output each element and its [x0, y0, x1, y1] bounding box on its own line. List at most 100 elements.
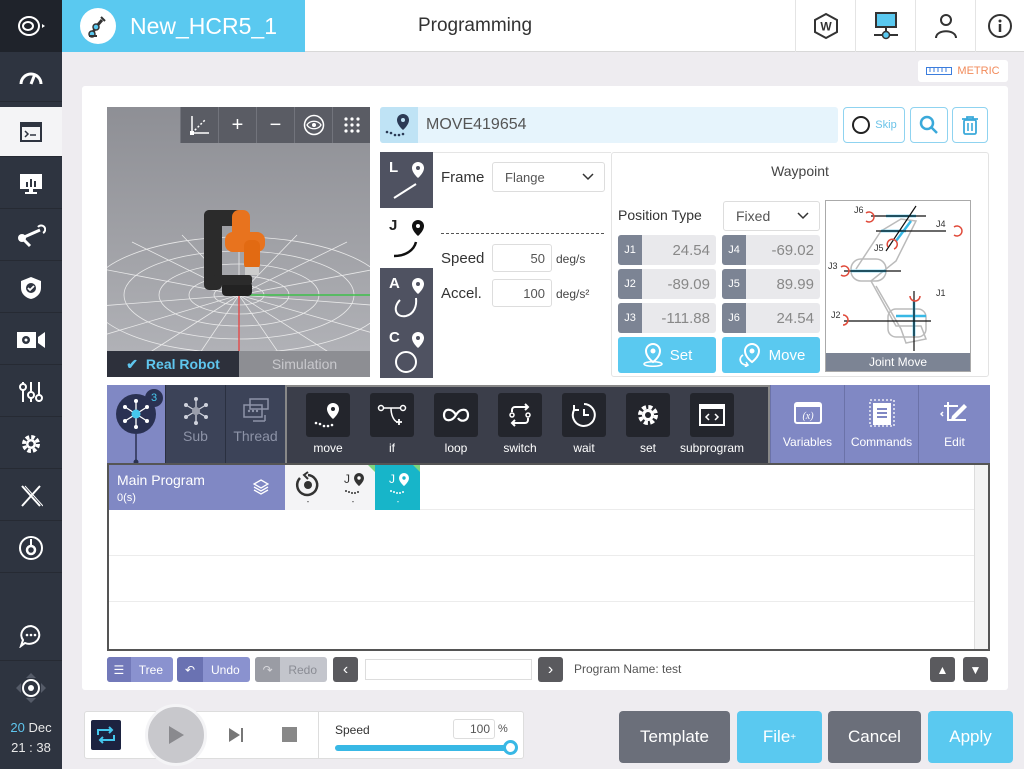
- info-button[interactable]: [975, 0, 1024, 52]
- move-type-a[interactable]: A: [380, 268, 433, 324]
- joint-tag: J6: [722, 303, 746, 333]
- axis-view-button[interactable]: [180, 107, 218, 143]
- scroll-up-button[interactable]: ▲: [930, 657, 955, 682]
- cmd-wait-button[interactable]: wait: [561, 393, 607, 455]
- tab-real-robot-label: Real Robot: [145, 356, 220, 372]
- program-node-joint-move-selected[interactable]: J-: [375, 465, 420, 510]
- template-button[interactable]: Template: [619, 711, 730, 763]
- layers-icon[interactable]: [253, 479, 269, 495]
- cmd-set-button[interactable]: set: [625, 393, 671, 455]
- speed-percent-input[interactable]: 100: [453, 719, 495, 739]
- chevron-down-icon: [797, 212, 809, 220]
- robot-3d-viewer[interactable]: + − ✔ Real Robot Simulation: [107, 107, 370, 377]
- commands-list-icon: [868, 399, 895, 427]
- zoom-in-button[interactable]: +: [218, 107, 256, 143]
- tab-thread[interactable]: Thread: [225, 385, 285, 465]
- sidebar-item-dashboard[interactable]: [0, 52, 62, 102]
- move-waypoint-icon: [385, 114, 409, 137]
- joint-field-j5[interactable]: J5 89.99: [722, 269, 820, 299]
- unit-badge[interactable]: METRIC: [918, 60, 1008, 82]
- chat-button[interactable]: [0, 611, 62, 661]
- grid-menu-button[interactable]: [332, 107, 370, 143]
- wizard-button[interactable]: W: [795, 0, 855, 52]
- sidebar-item-robot-setup[interactable]: [0, 211, 62, 261]
- speed-input[interactable]: 50: [492, 244, 552, 272]
- joint-field-j2[interactable]: J2 -89.09: [618, 269, 716, 299]
- program-scrollbar[interactable]: [974, 465, 988, 649]
- main-program-row-header[interactable]: Main Program 0(s): [109, 465, 285, 510]
- move-type-j[interactable]: J: [380, 210, 433, 266]
- scroll-left-button[interactable]: ‹: [333, 657, 358, 682]
- speedometer-icon: [19, 72, 43, 85]
- move-type-c[interactable]: C: [380, 322, 433, 378]
- cancel-button[interactable]: Cancel: [828, 711, 921, 763]
- horizontal-scroll-track[interactable]: [365, 659, 532, 680]
- cmd-subprogram-button[interactable]: subprogram: [680, 393, 744, 455]
- redo-button[interactable]: ↷ Redo: [255, 657, 327, 682]
- program-node-joint-move[interactable]: J-: [330, 465, 375, 510]
- network-button[interactable]: [855, 0, 915, 52]
- tab-sub[interactable]: Sub: [165, 385, 225, 465]
- apply-button[interactable]: Apply: [928, 711, 1013, 763]
- commands-button[interactable]: Commands: [844, 385, 918, 463]
- joint-field-j3[interactable]: J3 -111.88: [618, 303, 716, 333]
- joint-move-node-icon: J-: [344, 472, 364, 505]
- cmd-if-button[interactable]: if: [369, 393, 415, 455]
- set-waypoint-button[interactable]: Set: [618, 337, 716, 373]
- cmd-move-button[interactable]: move: [305, 393, 351, 455]
- zoom-out-button[interactable]: −: [256, 107, 294, 143]
- delete-button[interactable]: [952, 107, 988, 143]
- tab-simulation[interactable]: Simulation: [239, 351, 370, 377]
- if-branch-icon: [377, 404, 407, 425]
- move-type-l[interactable]: L: [380, 152, 433, 208]
- user-button[interactable]: [915, 0, 975, 52]
- frame-value: Flange: [505, 169, 545, 185]
- eye-button[interactable]: [294, 107, 332, 143]
- command-name-field[interactable]: MOVE419654: [380, 107, 838, 143]
- skip-toggle[interactable]: Skip: [843, 107, 905, 143]
- sidebar-item-programming[interactable]: [0, 107, 62, 157]
- set-label: Set: [669, 346, 693, 364]
- jog-button[interactable]: [0, 663, 62, 713]
- main-menu-button[interactable]: [0, 0, 62, 52]
- position-type-select[interactable]: Fixed: [723, 201, 820, 231]
- sidebar-item-monitoring[interactable]: [0, 159, 62, 209]
- shield-check-icon: [21, 276, 41, 299]
- sidebar-item-io[interactable]: [0, 523, 62, 573]
- move-to-waypoint-button[interactable]: Move: [722, 337, 820, 373]
- joint-move-diagram[interactable]: J6 J4 J5 J3 J2 J1 Joint Move: [825, 200, 971, 372]
- scroll-right-button[interactable]: ›: [538, 657, 563, 682]
- step-button[interactable]: [227, 726, 245, 749]
- scroll-down-button[interactable]: ▼: [963, 657, 988, 682]
- cmd-loop-button[interactable]: loop: [433, 393, 479, 455]
- tab-real-robot[interactable]: ✔ Real Robot: [107, 351, 239, 377]
- search-button[interactable]: [910, 107, 948, 143]
- joint-field-j6[interactable]: J6 24.54: [722, 303, 820, 333]
- repeat-toggle[interactable]: [91, 720, 121, 750]
- tab-main-program[interactable]: 3: [107, 385, 165, 465]
- speed-slider-track[interactable]: [335, 740, 518, 755]
- robot-title-box[interactable]: New_HCR5_1: [62, 0, 305, 52]
- sidebar-item-tuning[interactable]: [0, 367, 62, 417]
- file-button[interactable]: File +: [737, 711, 822, 763]
- speed-slider-thumb[interactable]: [503, 740, 518, 755]
- tree-button[interactable]: ☰ Tree: [107, 657, 173, 682]
- variables-button[interactable]: (x) Variables: [770, 385, 844, 463]
- frame-select[interactable]: Flange: [492, 162, 605, 192]
- waypoint-title: Waypoint: [771, 163, 829, 179]
- sidebar-item-safety[interactable]: [0, 263, 62, 313]
- sidebar-item-x-app[interactable]: [0, 471, 62, 521]
- edit-button[interactable]: Edit: [918, 385, 990, 463]
- program-node-start[interactable]: -: [285, 465, 330, 510]
- joint-field-j1[interactable]: J1 24.54: [618, 235, 716, 265]
- date-day: 20: [10, 720, 25, 735]
- accel-input[interactable]: 100: [492, 279, 552, 307]
- stop-button[interactable]: [282, 727, 297, 742]
- undo-button[interactable]: ↶ Undo: [177, 657, 250, 682]
- play-button[interactable]: [145, 704, 207, 766]
- joint-field-j4[interactable]: J4 -69.02: [722, 235, 820, 265]
- cmd-switch-button[interactable]: switch: [497, 393, 543, 455]
- x-icon: [21, 484, 43, 507]
- sidebar-item-settings[interactable]: [0, 419, 62, 469]
- sidebar-item-vision[interactable]: [0, 315, 62, 365]
